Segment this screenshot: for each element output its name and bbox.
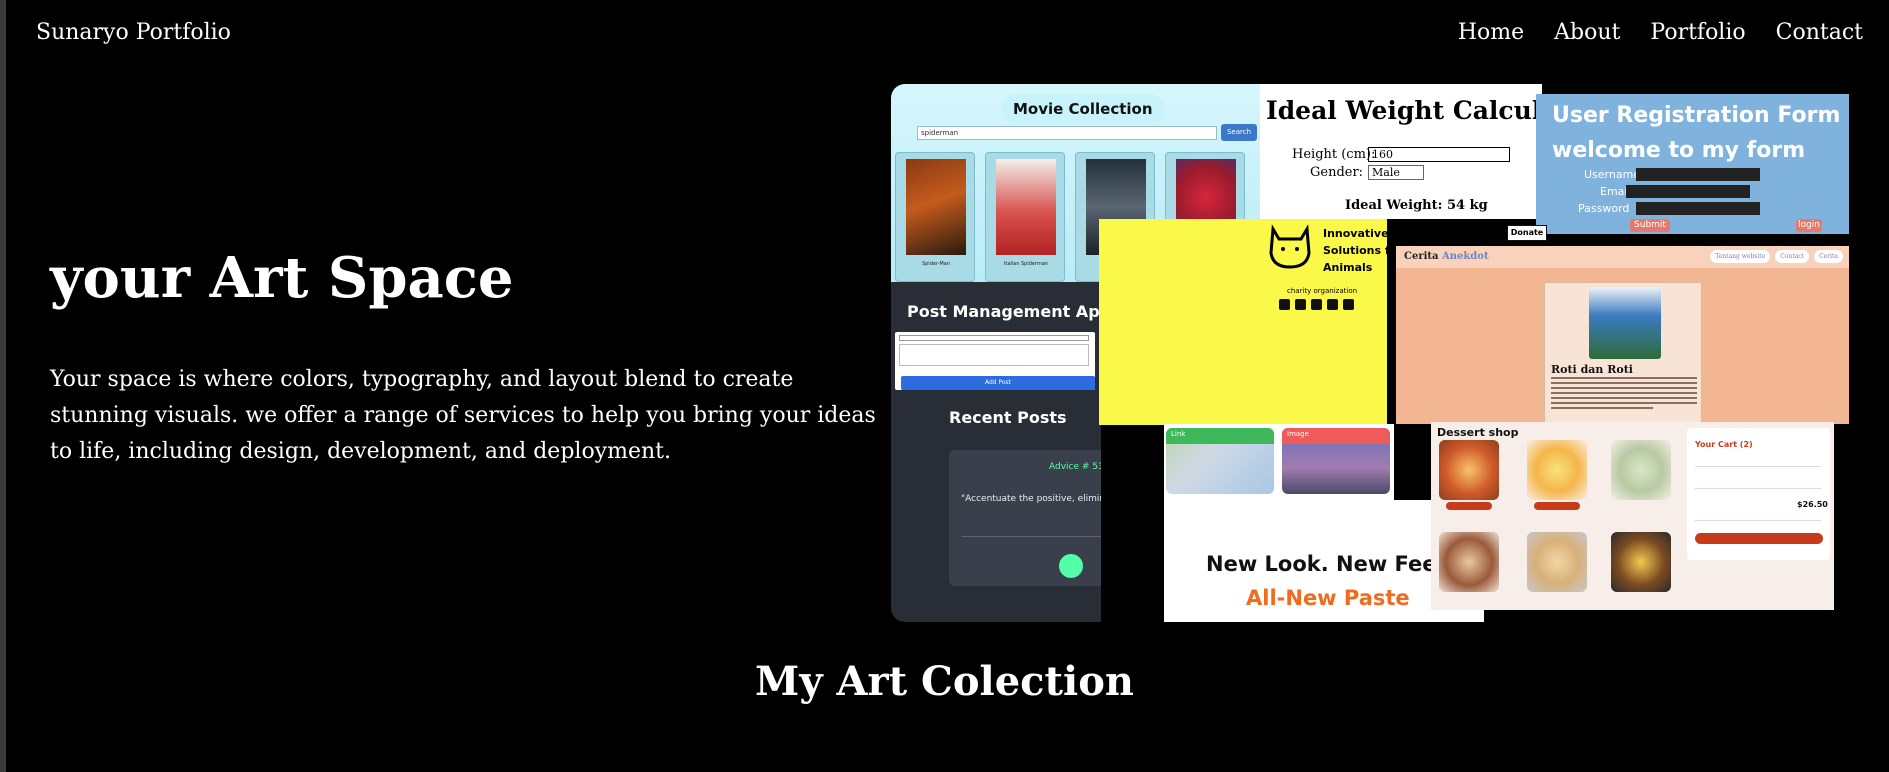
submit-button: Submit xyxy=(1630,219,1670,232)
hero-description: Your space is where colors, typography, … xyxy=(50,367,876,464)
portfolio-collage-image: Movie Collection spiderman Search Spider… xyxy=(891,84,1849,622)
registration-form-preview: User Registration Form welcome to my for… xyxy=(1536,94,1849,234)
cerita-link: Tentang website xyxy=(1710,250,1771,263)
food-image xyxy=(1611,440,1671,500)
food-image xyxy=(1527,532,1587,592)
map-tile: Link xyxy=(1166,428,1274,494)
height-label: Height (cm): xyxy=(1292,147,1376,162)
divider xyxy=(1695,488,1821,489)
height-field: 160 xyxy=(1368,147,1510,162)
cerita-anekdot-preview: Cerita Anekdot Tentang website Contact C… xyxy=(1396,246,1849,424)
gender-select: Male xyxy=(1368,165,1424,180)
charity-subtitle: charity organization xyxy=(1287,287,1358,295)
story-title: Roti dan Roti xyxy=(1551,363,1633,376)
login-button: login xyxy=(1796,219,1822,232)
movie-card: Spider-Man xyxy=(895,152,975,282)
movie-search-input: spiderman xyxy=(917,126,1217,140)
cart-panel: Your Cart (2) $26.50 xyxy=(1687,428,1830,560)
story-card: Roti dan Roti xyxy=(1544,282,1702,424)
donate-button: Donate xyxy=(1507,225,1547,241)
top-navbar: Sunaryo Portfolio Home About Portfolio C… xyxy=(0,0,1889,72)
username-label: Username xyxy=(1584,168,1641,181)
movie-poster xyxy=(996,159,1056,255)
confirm-order-button xyxy=(1695,533,1823,544)
email-field xyxy=(1626,185,1750,198)
hero-title: your Art Space xyxy=(50,245,514,311)
cerita-links: Tentang website Contact Cerita xyxy=(1710,250,1843,263)
instagram-icon xyxy=(1295,299,1306,310)
nav-link-portfolio[interactable]: Portfolio xyxy=(1650,20,1745,45)
nav-menu: Home About Portfolio Contact xyxy=(1458,20,1863,45)
new-look-subheadline: All-New Paste xyxy=(1246,586,1410,610)
post-management-preview: Post Management App Add Post Recent Post… xyxy=(891,282,1101,622)
story-text xyxy=(1551,377,1697,412)
charity-headline: Innovative Solutions for Animals xyxy=(1323,227,1387,274)
nav-link-about[interactable]: About xyxy=(1554,20,1620,45)
dessert-shop-title: Dessert shop xyxy=(1437,426,1519,439)
advice-number: Advice # 53 xyxy=(1049,462,1101,472)
movie-caption: Italian Spiderman xyxy=(1003,261,1049,267)
post-body-field xyxy=(899,344,1089,366)
registration-title: User Registration Form welcome to my for… xyxy=(1552,103,1841,163)
charity-preview: Innovative Solutions for Animals charity… xyxy=(1099,219,1387,425)
nav-link-home[interactable]: Home xyxy=(1458,20,1524,45)
cerita-link: Contact xyxy=(1775,250,1810,263)
site-brand[interactable]: Sunaryo Portfolio xyxy=(36,20,231,45)
food-image xyxy=(1439,532,1499,592)
divider xyxy=(961,536,1101,537)
order-total: $26.50 xyxy=(1797,500,1828,509)
widget-tiles-preview: Link Image xyxy=(1164,424,1394,500)
food-image xyxy=(1527,440,1587,500)
password-label: Password xyxy=(1578,202,1630,215)
dessert-shop-preview: Dessert shop Your Cart (2) $26.50 xyxy=(1431,422,1834,610)
movie-caption: Spider-Man xyxy=(921,261,951,267)
movie-card: Italian Spiderman xyxy=(985,152,1065,282)
advice-quote: "Accentuate the positive, eliminate the … xyxy=(961,494,1101,504)
advice-card: Advice # 53 "Accentuate the positive, el… xyxy=(949,450,1101,586)
youtube-icon xyxy=(1279,299,1290,310)
add-post-button: Add Post xyxy=(901,376,1095,390)
add-to-cart-button xyxy=(1446,502,1492,510)
cart-title: Your Cart (2) xyxy=(1695,440,1753,449)
cerita-brand: Cerita Anekdot xyxy=(1404,251,1489,262)
divider xyxy=(1695,520,1821,521)
link-tile-bar: Link xyxy=(1166,428,1274,444)
gender-label: Gender: xyxy=(1310,165,1364,180)
dice-icon xyxy=(1059,554,1083,578)
food-image xyxy=(1611,532,1671,592)
divider xyxy=(1695,466,1821,467)
movie-collection-title: Movie Collection xyxy=(1001,94,1165,124)
movie-poster xyxy=(906,159,966,255)
social-icons xyxy=(1279,299,1354,310)
post-management-title: Post Management App xyxy=(907,302,1101,321)
cerita-navbar: Cerita Anekdot Tentang website Contact C… xyxy=(1396,246,1849,268)
scrollbar-track[interactable] xyxy=(0,0,6,772)
telegram-icon xyxy=(1343,299,1354,310)
movie-search-button: Search xyxy=(1221,124,1257,141)
nav-link-contact[interactable]: Contact xyxy=(1776,20,1863,45)
facebook-icon xyxy=(1311,299,1322,310)
image-tile-bar: Image xyxy=(1282,428,1390,444)
art-collection-heading: My Art Colection xyxy=(755,658,1134,705)
image-tile: Image xyxy=(1282,428,1390,494)
ideal-weight-title: Ideal Weight Calculator xyxy=(1266,96,1542,125)
cerita-link: Cerita xyxy=(1814,250,1843,263)
ideal-weight-preview: Ideal Weight Calculator Height (cm): 160… xyxy=(1260,84,1542,219)
add-to-cart-button xyxy=(1534,502,1580,510)
recent-posts-title: Recent Posts xyxy=(949,408,1067,427)
food-image xyxy=(1439,440,1499,500)
patreon-icon xyxy=(1327,299,1338,310)
password-field xyxy=(1636,202,1760,215)
new-look-headline: New Look. New Feel xyxy=(1206,552,1444,576)
chef-illustration xyxy=(1589,287,1661,359)
username-field xyxy=(1636,168,1760,181)
ideal-weight-result: Ideal Weight: 54 kg xyxy=(1345,198,1488,213)
cat-logo-icon xyxy=(1269,224,1311,269)
post-title-field xyxy=(899,335,1089,341)
